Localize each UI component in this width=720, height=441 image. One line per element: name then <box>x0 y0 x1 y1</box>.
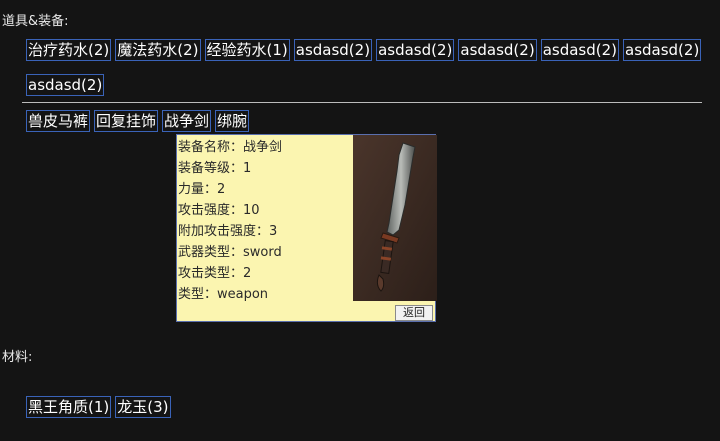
detail-strength: 力量：2 <box>178 182 226 197</box>
item-asdasd[interactable]: asdasd(2) <box>26 74 105 96</box>
item-asdasd[interactable]: asdasd(2) <box>458 39 537 61</box>
consumables-row-2: asdasd(2) <box>26 74 105 96</box>
item-detail-tooltip: 装备名称：战争剑 装备等级：1 力量：2 攻击强度：10 附加攻击强度：3 武器… <box>176 134 437 322</box>
inventory-page: 道具&装备: 治疗药水(2) 魔法药水(2) 经验药水(1) asdasd(2)… <box>0 0 720 441</box>
detail-weapon-type: 武器类型：sword <box>178 245 282 260</box>
section-divider <box>22 102 702 103</box>
detail-name: 装备名称：战争剑 <box>178 140 283 155</box>
back-button[interactable]: 返回 <box>395 305 433 321</box>
sword-icon <box>353 135 437 301</box>
materials-label: 材料: <box>2 350 33 365</box>
equipment-row: 兽皮马裤 回复挂饰 战争剑 绑腕 <box>26 110 250 132</box>
item-asdasd[interactable]: asdasd(2) <box>540 39 619 61</box>
equip-bracers[interactable]: 绑腕 <box>215 110 250 132</box>
consumables-row-1: 治疗药水(2) 魔法药水(2) 经验药水(1) asdasd(2) asdasd… <box>26 39 702 61</box>
detail-level: 装备等级：1 <box>178 161 252 176</box>
item-detail-lines: 装备名称：战争剑 装备等级：1 力量：2 攻击强度：10 附加攻击强度：3 武器… <box>178 137 282 305</box>
detail-attack-power: 攻击强度：10 <box>178 203 260 218</box>
equip-war-sword[interactable]: 战争剑 <box>162 110 212 132</box>
items-equipment-label: 道具&装备: <box>2 14 69 29</box>
detail-bonus-attack: 附加攻击强度：3 <box>178 224 278 239</box>
material-black-king-horn[interactable]: 黑王角质(1) <box>26 396 112 418</box>
detail-attack-type: 攻击类型：2 <box>178 266 252 281</box>
equip-recovery-pendant[interactable]: 回复挂饰 <box>94 110 159 132</box>
equip-leather-pants[interactable]: 兽皮马裤 <box>26 110 91 132</box>
item-asdasd[interactable]: asdasd(2) <box>293 39 373 61</box>
detail-type: 类型：weapon <box>178 287 269 302</box>
item-exp-potion[interactable]: 经验药水(1) <box>204 39 290 61</box>
item-asdasd[interactable]: asdasd(2) <box>376 39 455 61</box>
item-asdasd[interactable]: asdasd(2) <box>623 39 702 61</box>
materials-row: 黑王角质(1) 龙玉(3) <box>26 396 171 418</box>
item-mana-potion[interactable]: 魔法药水(2) <box>115 39 201 61</box>
material-dragon-jade[interactable]: 龙玉(3) <box>115 396 171 418</box>
item-healing-potion[interactable]: 治疗药水(2) <box>26 39 112 61</box>
